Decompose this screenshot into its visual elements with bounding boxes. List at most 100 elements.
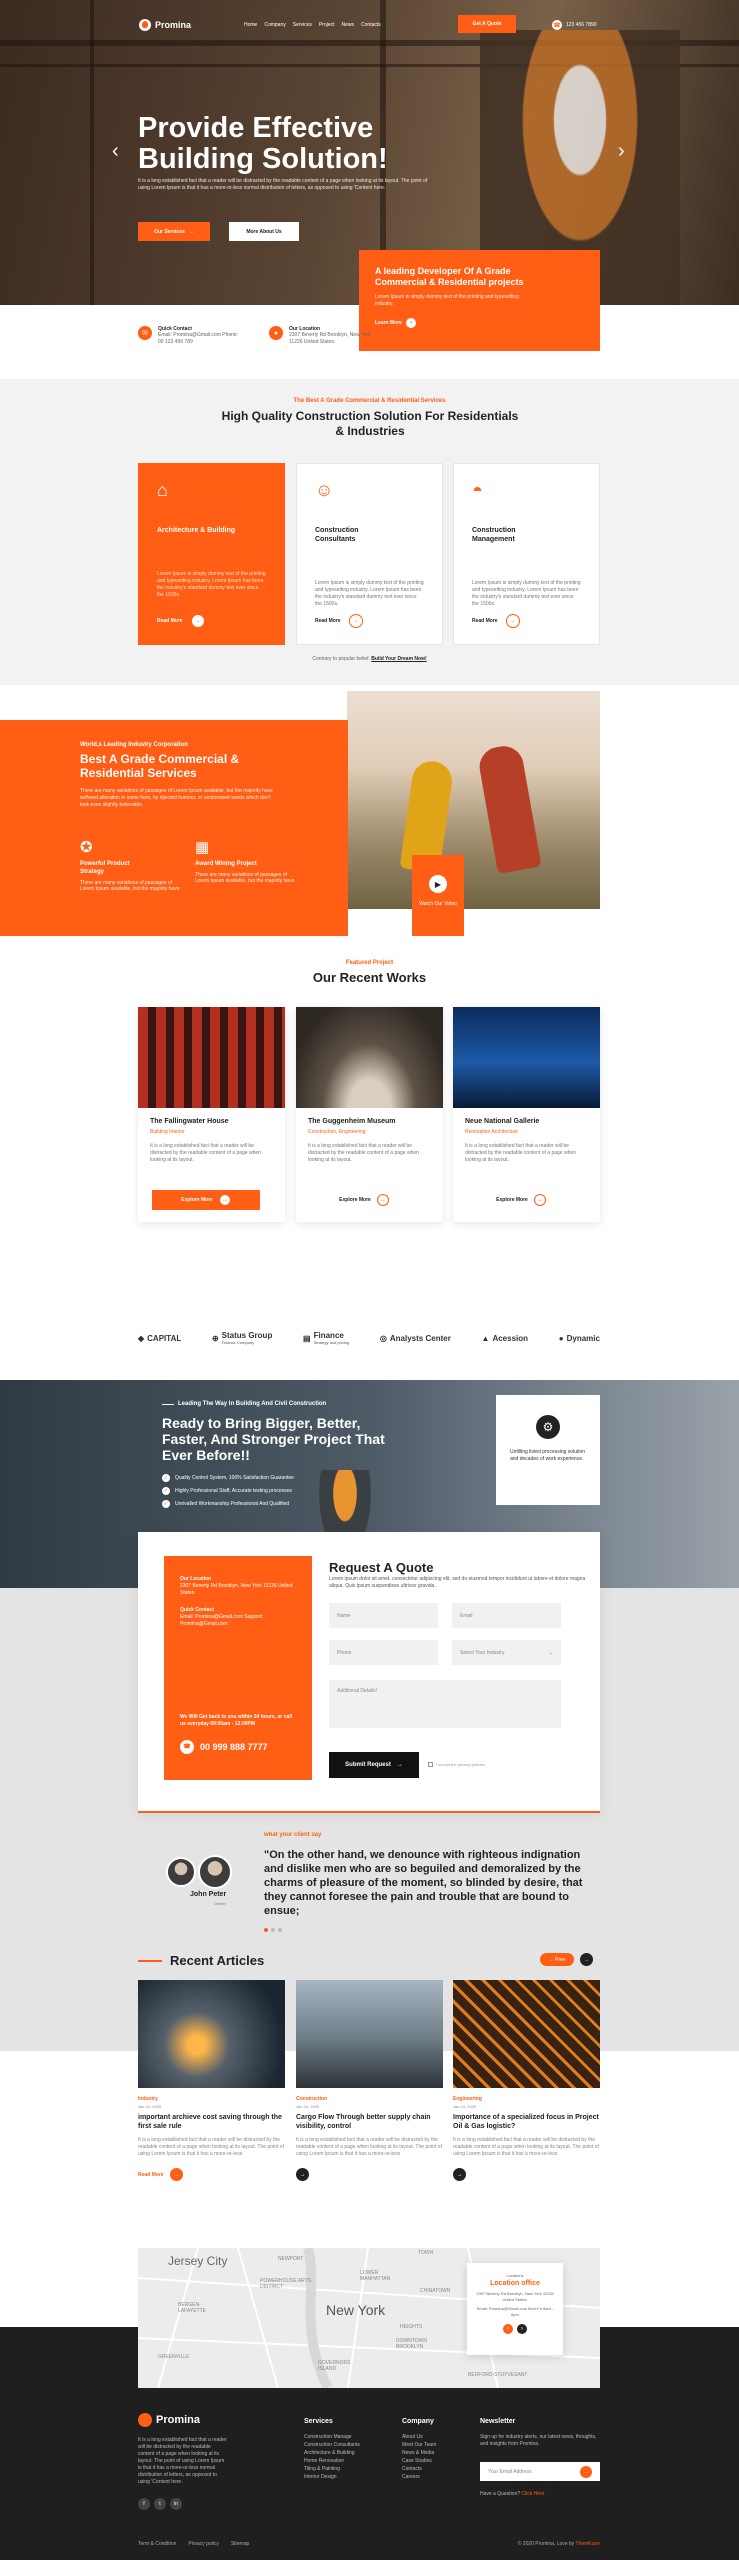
nav-news[interactable]: News [342,22,355,28]
footer-link[interactable]: Construction Consultants [304,2441,360,2449]
read-more-link[interactable]: → [296,2168,443,2181]
services-note: Contrary to popular belief. Build Your D… [0,656,739,662]
explore-more-button[interactable]: Explore More → [467,1190,575,1210]
footer-link[interactable]: Tiling & Painting [304,2465,360,2473]
footer-link[interactable]: Case Studies [402,2457,436,2465]
quote-location-title: Our Location [180,1576,212,1582]
worker-icon: ☺ [315,480,334,500]
twitter-icon[interactable]: t [154,2498,166,2510]
read-more-link[interactable]: Read More → [472,614,520,628]
hero-title: Provide Effective Building Solution! [138,112,388,175]
footer-link[interactable]: Meet Our Team [402,2441,436,2449]
watch-video-button[interactable]: ▶ Watch Our Video [412,855,464,936]
project-card[interactable]: The Fallingwater House Building Interior… [138,1007,285,1222]
footer-link[interactable]: Architecture & Building [304,2449,360,2457]
learn-more-link[interactable]: Learn More › [375,318,584,328]
footer-link[interactable]: Interior Design [304,2473,360,2481]
hero-next-icon[interactable]: › [618,140,625,163]
our-services-button[interactable]: Our Services → [138,222,210,241]
email-field[interactable]: Email [452,1603,561,1628]
partner-icon: ◆ [138,1333,145,1343]
service-card[interactable]: ◓ Construction Management Lorem Ipsum is… [453,463,600,645]
partners-strip: ◆ CAPITAL ⊕ Status Group Finance Company ▤ F… [138,1331,600,1345]
service-name: Construction Management [472,527,516,543]
read-more-label: Read More [315,618,341,624]
copyright-brand[interactable]: ThemKuon [576,2541,600,2547]
more-about-us-button[interactable]: More About Us [229,222,299,241]
read-more-link[interactable]: Read More → [315,614,363,628]
slider-dot[interactable] [264,1928,268,1932]
slider-dot[interactable] [271,1928,275,1932]
nav-company[interactable]: Company [264,22,285,28]
map-label: GREENVILLE [158,2354,190,2360]
service-card[interactable]: ⌂ Architecture & Building Lorem Ipsum is… [138,463,285,645]
industry-select[interactable]: Select Your Industry ⌄ [452,1640,561,1665]
avatar[interactable] [166,1857,196,1887]
help-link[interactable]: Click Here [521,2491,544,2497]
partner-logo[interactable]: ◆ CAPITAL [138,1334,181,1343]
footer-link[interactable]: News & Media [402,2449,436,2457]
read-more-link[interactable]: Read More → [138,2168,285,2181]
name-field[interactable]: Name [329,1603,438,1628]
sitemap-link[interactable]: Sitemap [231,2541,249,2547]
logo-text: Promina [155,20,192,30]
quote-phone[interactable]: ☎ 00 999 888 7777 [180,1740,296,1754]
newsletter-email-input[interactable]: Your Email Address → [480,2462,600,2481]
partner-logo[interactable]: ▤ Finance Strategy and pricing [303,1331,349,1345]
nav-home[interactable]: Home [244,22,257,28]
linkedin-icon[interactable]: in [170,2498,182,2510]
nav-contacts[interactable]: Contacts [361,22,381,28]
service-card[interactable]: ☺ Construction Consultants Lorem Ipsum i… [296,463,443,645]
prev-button[interactable]: ← Prev [540,1953,574,1966]
get-quote-button[interactable]: Get A Quote [458,15,516,33]
article-card[interactable]: Industry Jan 24, 2020 important archieve… [138,1980,285,2181]
article-card[interactable]: Engineering Jan 24, 2020 Importance of a… [453,1980,600,2181]
phone-field[interactable]: Phone [329,1640,438,1665]
project-card[interactable]: Neue National Gallerie Renovation Archit… [453,1007,600,1222]
leading-section: World,s Leading Industry Corporation Bes… [0,720,348,936]
logo[interactable]: Promina [139,19,191,31]
next-button[interactable]: → [580,1953,593,1966]
article-date: Jan 24, 2020 [138,2104,162,2109]
partner-logo[interactable]: ● Dynamic [559,1334,600,1343]
leading-title: Best A Grade Commercial & Residential Se… [80,752,240,780]
arrow-left-icon[interactable]: ‹ [503,2324,513,2334]
details-textarea[interactable]: Additional Details! [329,1680,561,1728]
facebook-icon[interactable]: f [138,2498,150,2510]
hero-prev-icon[interactable]: ‹ [112,140,119,163]
footer-link[interactable]: Home Renovation [304,2457,360,2465]
partner-name: Acession [492,1333,529,1343]
explore-more-button[interactable]: Explore More → [152,1190,260,1210]
footer-link[interactable]: Careers [402,2473,436,2481]
submit-request-button[interactable]: Submit Request → [329,1752,419,1778]
footer-link[interactable]: About Us [402,2433,436,2441]
article-category: Engineering [453,2096,482,2102]
footer-link[interactable]: Contacts [402,2465,436,2473]
services-subtitle: The Best A Grade Commercial & Residentia… [293,398,446,404]
project-card[interactable]: The Guggenheim Museum Construction, Engi… [296,1007,443,1222]
map-label: DOWNTOWN BROOKLYN [396,2338,428,2350]
article-card[interactable]: Construction Jan 24, 2020 Cargo Flow Thr… [296,1980,443,2181]
read-more-link[interactable]: → [453,2168,600,2181]
partner-logo[interactable]: ⊕ Status Group Finance Company [212,1331,272,1345]
nav-phone[interactable]: ☎ 123 456 7890 [552,20,597,30]
slider-dot[interactable] [278,1928,282,1932]
arrow-right-icon[interactable]: › [517,2324,527,2334]
checkbox[interactable] [428,1762,433,1767]
read-more-link[interactable]: Read More → [157,614,205,628]
terms-link[interactable]: Term & Condition [138,2541,176,2547]
partner-logo[interactable]: ▲ Acession [482,1334,529,1343]
privacy-consent[interactable]: I accept the privacy policies [428,1762,485,1767]
build-dream-link[interactable]: Build Your Dream Now! [371,656,426,662]
projects-title: Our Recent Works [312,970,427,985]
avatar[interactable] [198,1855,232,1889]
privacy-link[interactable]: Privacy policy [188,2541,219,2547]
footer-logo[interactable]: Promina [138,2413,200,2427]
explore-more-button[interactable]: Explore More → [310,1190,418,1210]
partner-logo[interactable]: ◎ Analysts Center [380,1334,451,1343]
nav-project[interactable]: Project [319,22,335,28]
footer-link[interactable]: Construction Manage [304,2433,360,2441]
articles-title-text: Recent Articles [170,1953,265,1968]
nav-services[interactable]: Services [293,22,312,28]
send-icon[interactable]: → [580,2465,592,2478]
